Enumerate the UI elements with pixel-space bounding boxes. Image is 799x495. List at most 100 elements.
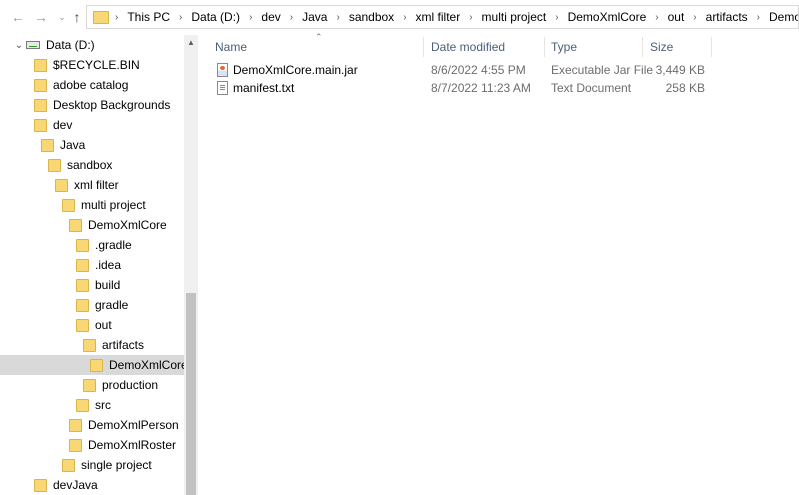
forward-arrow-icon[interactable]: → — [33, 9, 49, 25]
folder-icon — [48, 158, 61, 172]
breadcrumb-separator-icon[interactable]: › — [179, 12, 182, 23]
file-row[interactable]: DemoXmlCore.main.jar 8/6/2022 4:55 PM Ex… — [212, 61, 712, 79]
breadcrumb-item[interactable]: DemoXmlCore_main_jar — [769, 10, 798, 24]
chevron-down-icon[interactable]: ⌄ — [54, 9, 70, 25]
tree-item[interactable]: Java — [0, 135, 184, 155]
tree-item[interactable]: Desktop Backgrounds — [0, 95, 184, 115]
folder-icon — [93, 10, 109, 24]
tree-item-label: single project — [81, 458, 152, 472]
tree-item[interactable]: devJava — [0, 475, 184, 495]
file-type: Text Document — [551, 81, 632, 95]
tree-item[interactable]: dev — [0, 115, 184, 135]
folder-icon — [76, 398, 89, 412]
breadcrumb-separator-icon[interactable]: › — [290, 12, 293, 23]
folder-icon — [76, 318, 89, 332]
scroll-up-icon[interactable]: ▲ — [184, 37, 198, 49]
tree-item-label: sandbox — [67, 158, 113, 172]
tree-item-label: .gradle — [95, 238, 132, 252]
folder-icon — [34, 58, 47, 72]
back-arrow-icon[interactable]: ← — [10, 9, 26, 25]
column-header-type[interactable]: Type — [551, 35, 577, 59]
file-size: 258 KB — [665, 81, 705, 95]
breadcrumb-item[interactable]: artifacts — [706, 10, 748, 24]
column-divider[interactable] — [642, 37, 643, 57]
breadcrumb-separator-icon[interactable]: › — [757, 12, 760, 23]
breadcrumb-item[interactable]: multi project — [482, 10, 547, 24]
jar-file-icon — [217, 63, 228, 77]
tree-item[interactable]: DemoXmlRoster — [0, 435, 184, 455]
tree-item-label: Desktop Backgrounds — [53, 98, 171, 112]
breadcrumb-item[interactable]: sandbox — [349, 10, 394, 24]
tree-item[interactable]: $RECYCLE.BIN — [0, 55, 184, 75]
tree-item[interactable]: sandbox — [0, 155, 184, 175]
breadcrumb-separator-icon[interactable]: › — [115, 12, 118, 23]
folder-icon — [76, 238, 89, 252]
tree-item-label: build — [95, 278, 121, 292]
tree-item[interactable]: gradle — [0, 295, 184, 315]
folder-icon — [34, 118, 47, 132]
folder-icon — [34, 78, 47, 92]
breadcrumb-item[interactable]: Data (D:) — [191, 10, 240, 24]
tree-item[interactable]: build — [0, 275, 184, 295]
folder-icon — [34, 98, 47, 112]
folder-icon — [41, 138, 54, 152]
breadcrumb-item[interactable]: xml filter — [416, 10, 461, 24]
tree-item-label: dev — [53, 118, 73, 132]
breadcrumb-item[interactable]: This PC — [127, 10, 170, 24]
tree-item[interactable]: out — [0, 315, 184, 335]
breadcrumb-separator-icon[interactable]: › — [693, 12, 696, 23]
file-type: Executable Jar File — [551, 63, 654, 77]
breadcrumb-item[interactable]: out — [668, 10, 685, 24]
file-row[interactable]: manifest.txt 8/7/2022 11:23 AM Text Docu… — [212, 79, 712, 97]
folder-icon — [83, 338, 96, 352]
tree-item[interactable]: DemoXmlCore_main_jar — [0, 355, 184, 375]
tree-item[interactable]: production — [0, 375, 184, 395]
breadcrumb-separator-icon[interactable]: › — [403, 12, 406, 23]
column-divider[interactable] — [711, 37, 712, 57]
tree-item[interactable]: DemoXmlPerson — [0, 415, 184, 435]
tree-item-label: xml filter — [74, 178, 119, 192]
breadcrumb-separator-icon[interactable]: › — [555, 12, 558, 23]
tree-item[interactable]: DemoXmlCore — [0, 215, 184, 235]
folder-icon — [34, 478, 47, 492]
breadcrumb-separator-icon[interactable]: › — [336, 12, 339, 23]
column-divider[interactable] — [423, 37, 424, 57]
tree-item[interactable]: src — [0, 395, 184, 415]
scrollbar-thumb[interactable] — [186, 293, 196, 495]
folder-icon — [69, 438, 82, 452]
column-divider[interactable] — [544, 37, 545, 57]
tree-item-label: DemoXmlRoster — [88, 438, 177, 452]
tree-item[interactable]: .idea — [0, 255, 184, 275]
folder-icon — [83, 378, 96, 392]
breadcrumb-separator-icon[interactable]: › — [655, 12, 658, 23]
file-date: 8/6/2022 4:55 PM — [431, 63, 526, 77]
folder-icon — [76, 278, 89, 292]
tree-item[interactable]: .gradle — [0, 235, 184, 255]
text-file-icon — [217, 81, 228, 95]
breadcrumb-separator-icon[interactable]: › — [469, 12, 472, 23]
tree-item-label: devJava — [53, 478, 98, 492]
breadcrumb-item[interactable]: Java — [302, 10, 327, 24]
tree-item[interactable]: artifacts — [0, 335, 184, 355]
column-header-date[interactable]: Date modified — [431, 35, 505, 59]
tree-item-label: $RECYCLE.BIN — [53, 58, 140, 72]
file-name: manifest.txt — [233, 81, 295, 95]
column-header-size[interactable]: Size — [650, 35, 673, 59]
tree-item[interactable]: xml filter — [0, 175, 184, 195]
tree-item[interactable]: multi project — [0, 195, 184, 215]
tree-item-label: .idea — [95, 258, 122, 272]
expand-chevron-icon[interactable]: ⌄ — [14, 40, 24, 51]
column-header-name[interactable]: Name — [215, 35, 247, 59]
tree-item[interactable]: ⌄ Data (D:) — [0, 35, 184, 55]
breadcrumb-separator-icon[interactable]: › — [249, 12, 252, 23]
breadcrumb-item[interactable]: dev — [261, 10, 280, 24]
breadcrumb-item[interactable]: DemoXmlCore — [568, 10, 647, 24]
folder-icon — [69, 218, 82, 232]
tree-item[interactable]: single project — [0, 455, 184, 475]
tree-item-label: src — [95, 398, 111, 412]
address-bar[interactable]: › This PC › Data (D:) › dev › Java › sandbox › xml … — [86, 5, 799, 29]
tree-item[interactable]: adobe catalog — [0, 75, 184, 95]
up-arrow-icon[interactable]: ↑ — [69, 9, 85, 25]
navigation-bar: ← → ⌄ ↑ › This PC › Data (D:) › dev › Java › sand… — [0, 0, 799, 35]
file-name: DemoXmlCore.main.jar — [233, 63, 358, 77]
